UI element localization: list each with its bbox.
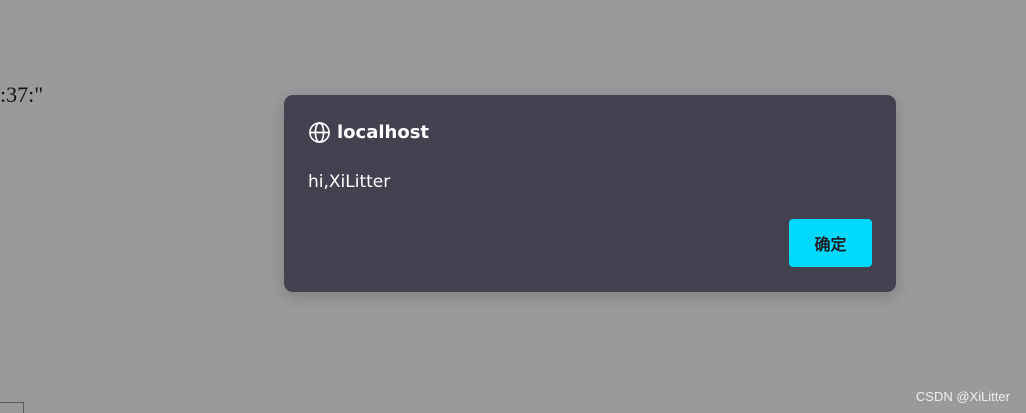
globe-icon: [308, 121, 331, 144]
page-partial-text: :37:": [0, 82, 44, 107]
dialog-title: localhost: [337, 121, 430, 143]
ok-button[interactable]: 确定: [789, 219, 872, 267]
alert-dialog: localhost hi,XiLitter 确定: [284, 95, 896, 292]
page-partial-input[interactable]: [0, 402, 24, 413]
dialog-message: hi,XiLitter: [308, 172, 391, 192]
dialog-header: localhost: [308, 120, 429, 144]
watermark: CSDN @XiLitter: [915, 389, 1010, 404]
